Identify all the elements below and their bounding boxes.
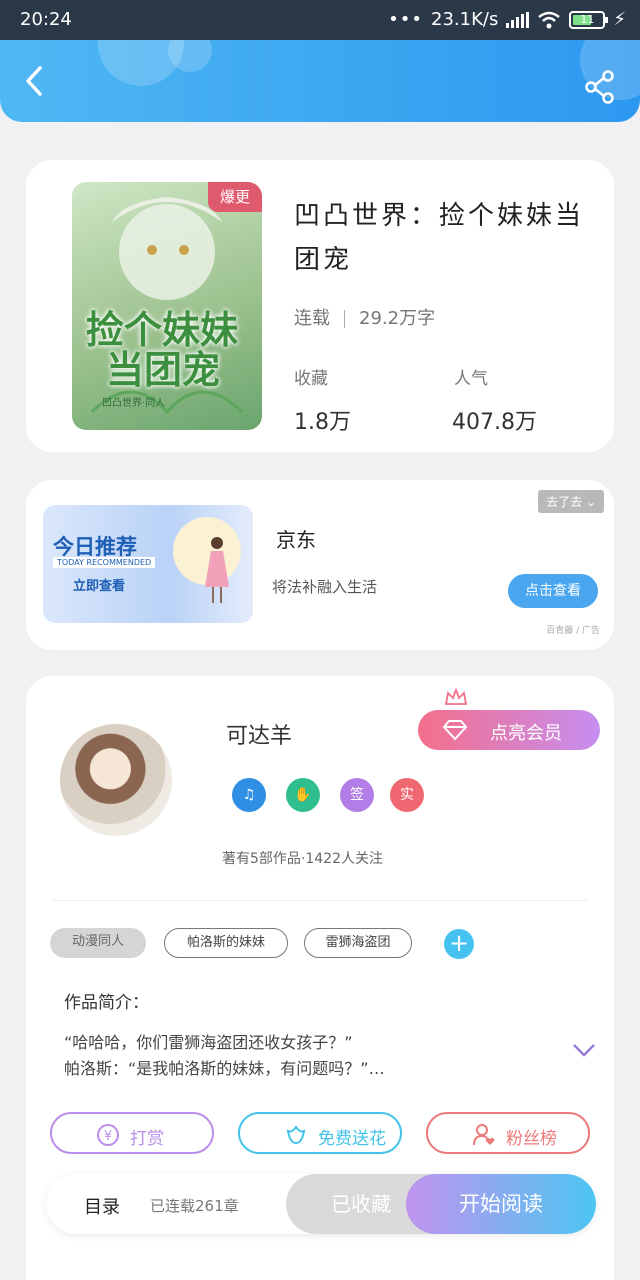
chapter-count: 已连载261章 [150, 1197, 239, 1215]
badge-music[interactable]: ♫ [232, 778, 266, 812]
serial-status: 连载 [294, 308, 330, 329]
reward-button[interactable]: ¥ 打赏 [50, 1112, 214, 1154]
ad-banner-image[interactable]: 今日推荐 TODAY RECOMMENDED 立即查看 [43, 505, 253, 623]
cover-illustration [90, 197, 244, 415]
divider [52, 900, 588, 901]
badge-verified[interactable]: 实 [390, 778, 424, 812]
back-arrow-icon[interactable] [18, 64, 52, 98]
author-name[interactable]: 可达羊 [226, 718, 292, 750]
vip-button[interactable]: 点亮会员 [418, 710, 600, 750]
diamond-icon [442, 720, 468, 741]
badge-handshake[interactable]: ✋ [286, 778, 320, 812]
badge-signed[interactable]: 签 [340, 778, 374, 812]
book-status-line: 连载 29.2万字 [294, 304, 435, 330]
popularity-label: 人气 [454, 369, 488, 389]
vip-button-label: 点亮会员 [490, 723, 562, 744]
popularity-value: 407.8万 [452, 410, 537, 435]
status-time: 20:24 [20, 9, 72, 30]
reward-label: 打赏 [130, 1129, 164, 1149]
cover-title: 捡个妹妹 当团宠 [86, 308, 239, 392]
tag-palos-sister[interactable]: 帕洛斯的妹妹 [164, 928, 288, 958]
toc-button[interactable]: 目录 [84, 1193, 120, 1219]
status-bar: 20:24 ••• 23.1K/s 11 ⚡ [0, 0, 640, 40]
more-dots-icon: ••• [388, 9, 424, 30]
book-cover[interactable]: 爆更 捡个妹妹 当团宠 凹凸世界·同人 [72, 182, 262, 430]
ad-girl-figure [205, 537, 229, 603]
ad-banner-cta: 立即查看 [73, 579, 126, 594]
ad-card[interactable]: 今日推荐 TODAY RECOMMENDED 立即查看 去了去 ⌄ 京东 将法补… [26, 480, 614, 650]
free-flower-label: 免费送花 [318, 1129, 386, 1149]
intro-line-1: “哈哈哈，你们雷狮海盗团还收女孩子？” [64, 1033, 353, 1052]
intro-text: “哈哈哈，你们雷狮海盗团还收女孩子？” 帕洛斯：“是我帕洛斯的妹妹，有问题吗？”… [64, 1030, 564, 1082]
favorites-value: 1.8万 [294, 410, 351, 435]
signal-icon [506, 11, 530, 28]
tag-anime-fanfic[interactable]: 动漫同人 [50, 928, 146, 958]
ad-title: 京东 [276, 528, 316, 552]
charging-icon: ⚡ [613, 9, 626, 30]
tag-pirate-crew[interactable]: 雷狮海盗团 [304, 928, 412, 958]
free-flower-button[interactable]: 免费送花 [238, 1112, 402, 1154]
ad-view-button[interactable]: 点击查看 [508, 574, 598, 608]
chevron-down-icon: ⌄ [585, 495, 596, 509]
flower-icon [286, 1125, 306, 1145]
expand-chevron-icon[interactable] [572, 1042, 596, 1058]
wifi-icon [538, 11, 561, 28]
author-avatar[interactable] [60, 724, 172, 836]
yuan-coin-icon: ¥ [97, 1124, 119, 1146]
battery-level: 11 [580, 12, 595, 26]
ad-banner-en: TODAY RECOMMENDED [53, 557, 156, 568]
book-title: 凹凸世界：捡个妹妹当团宠 [294, 201, 585, 275]
favorites-label: 收藏 [294, 369, 328, 389]
status-icons: ••• 23.1K/s 11 ⚡ [388, 9, 626, 30]
share-icon[interactable] [584, 70, 618, 104]
bottom-action-bar: 目录 已连载261章 已收藏 开始阅读 [46, 1174, 596, 1234]
word-count: 29.2万字 [359, 308, 436, 329]
book-info-card: 爆更 捡个妹妹 当团宠 凹凸世界·同人 凹凸世界：捡个妹妹当团宠 连载 29.2万字… [26, 160, 614, 452]
user-heart-icon [473, 1124, 495, 1146]
fans-ranking-label: 粉丝榜 [506, 1129, 557, 1149]
intro-label: 作品简介： [64, 993, 149, 1013]
ad-source: 百青藤 / 广告 [546, 626, 600, 636]
crown-icon [444, 688, 468, 705]
add-tag-icon[interactable]: + [444, 929, 474, 959]
start-reading-button[interactable]: 开始阅读 [406, 1174, 596, 1234]
network-speed: 23.1K/s [431, 9, 499, 30]
author-meta: 著有5部作品·1422人关注 [222, 851, 383, 867]
intro-line-2: 帕洛斯：“是我帕洛斯的妹妹，有问题吗？”… [64, 1059, 385, 1078]
battery-icon: 11 [569, 10, 609, 29]
cover-subtitle: 凹凸世界·同人 [102, 398, 166, 409]
top-bar [0, 40, 640, 122]
fans-ranking-button[interactable]: 粉丝榜 [426, 1112, 590, 1154]
cover-badge: 爆更 [208, 182, 262, 212]
ad-close-dropdown[interactable]: 去了去 ⌄ [538, 490, 604, 513]
svg-text:¥: ¥ [104, 1129, 112, 1144]
ad-description: 将法补融入生活 [272, 578, 378, 596]
